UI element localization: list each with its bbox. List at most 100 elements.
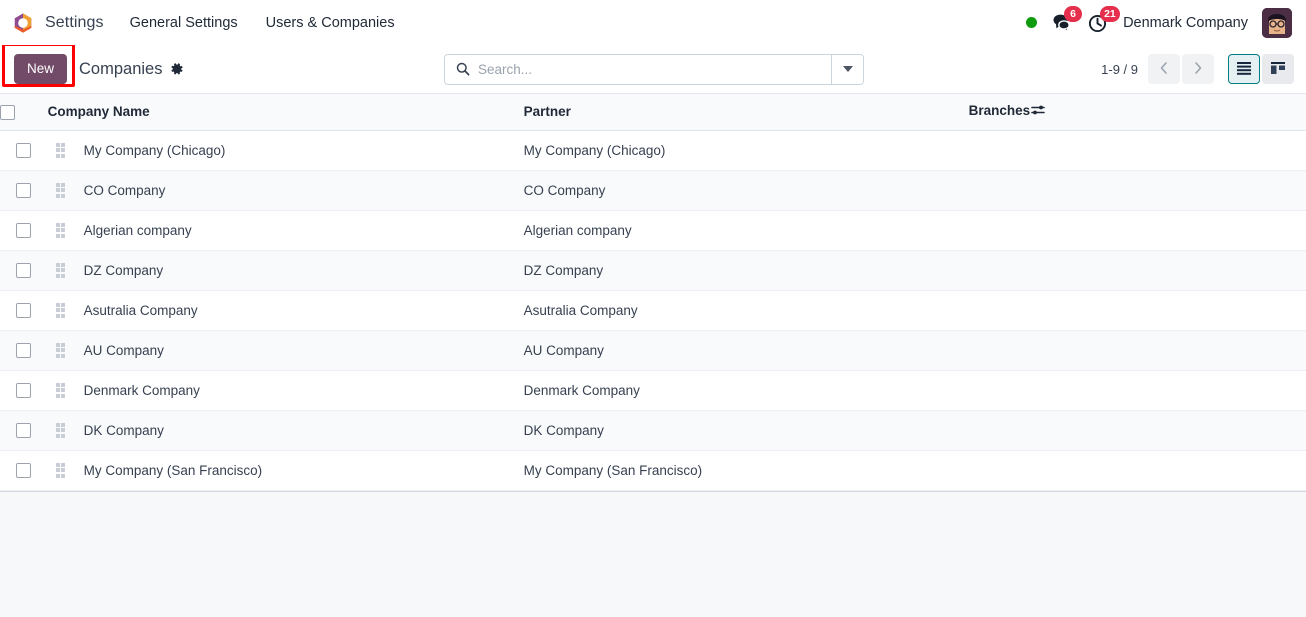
search-dropdown-toggle[interactable] <box>831 54 863 84</box>
table-row[interactable]: Denmark Company Denmark Company <box>0 370 1306 411</box>
row-select-cell <box>0 250 48 291</box>
control-panel: New Companies Search... 1-9 / 9 <box>0 43 1306 93</box>
row-checkbox[interactable] <box>16 182 32 198</box>
cell-partner[interactable]: Denmark Company <box>523 370 969 411</box>
row-checkbox[interactable] <box>16 382 32 398</box>
cell-branches[interactable] <box>968 450 1306 491</box>
cell-company-name[interactable]: CO Company <box>47 170 524 211</box>
cell-company-name[interactable]: Algerian company <box>47 210 524 251</box>
cell-partner[interactable]: Algerian company <box>523 210 969 251</box>
cell-branches[interactable] <box>968 330 1306 371</box>
column-header-company-name[interactable]: Company Name <box>47 94 524 131</box>
drag-handle-icon[interactable] <box>55 422 68 438</box>
messages-count-badge: 6 <box>1064 5 1083 22</box>
chevron-right-icon <box>1192 61 1204 78</box>
cell-branches[interactable] <box>968 210 1306 251</box>
view-switcher <box>1228 54 1294 84</box>
column-header-branches: Branches <box>968 94 1306 131</box>
cell-branches[interactable] <box>968 290 1306 331</box>
row-checkbox[interactable] <box>16 302 32 318</box>
table-row[interactable]: DK Company DK Company <box>0 410 1306 451</box>
new-button-wrapper: New <box>2 43 75 87</box>
row-checkbox[interactable] <box>16 342 32 358</box>
row-checkbox[interactable] <box>16 422 32 438</box>
company-name-value: CO Company <box>83 182 166 198</box>
drag-handle-icon[interactable] <box>55 462 68 478</box>
table-row[interactable]: Asutralia Company Asutralia Company <box>0 290 1306 331</box>
cell-partner[interactable]: AU Company <box>523 330 969 371</box>
table-row[interactable]: CO Company CO Company <box>0 170 1306 211</box>
breadcrumb-item-companies[interactable]: Companies <box>79 60 162 79</box>
chevron-down-icon <box>842 66 853 72</box>
row-checkbox[interactable] <box>16 462 32 478</box>
list-view-button[interactable] <box>1228 54 1260 84</box>
empty-content-area <box>0 491 1306 607</box>
drag-handle-icon[interactable] <box>55 382 68 398</box>
new-button[interactable]: New <box>14 54 68 84</box>
list-view-icon <box>1236 61 1252 78</box>
company-name-value: AU Company <box>83 342 164 358</box>
row-checkbox[interactable] <box>16 262 32 278</box>
table-row[interactable]: My Company (San Francisco) My Company (Sa… <box>0 450 1306 491</box>
pager-value[interactable]: 1-9 / 9 <box>1101 62 1138 77</box>
cell-branches[interactable] <box>968 370 1306 411</box>
drag-handle-icon[interactable] <box>55 222 68 238</box>
cell-partner[interactable]: My Company (Chicago) <box>523 130 969 171</box>
column-header-partner[interactable]: Partner <box>523 94 969 131</box>
cell-company-name[interactable]: AU Company <box>47 330 524 371</box>
table-row[interactable]: DZ Company DZ Company <box>0 250 1306 291</box>
row-select-cell <box>0 290 48 331</box>
user-avatar-icon[interactable] <box>1262 7 1292 38</box>
drag-handle-icon[interactable] <box>55 182 68 198</box>
user-menu-label[interactable]: Denmark Company <box>1123 15 1248 31</box>
cell-branches[interactable] <box>968 170 1306 211</box>
table-row[interactable]: Algerian company Algerian company <box>0 210 1306 251</box>
cell-company-name[interactable]: Denmark Company <box>47 370 524 411</box>
table-row[interactable]: My Company (Chicago) My Company (Chicago) <box>0 130 1306 171</box>
company-name-value: DZ Company <box>83 262 164 278</box>
cell-partner[interactable]: DK Company <box>523 410 969 451</box>
control-panel-right: 1-9 / 9 <box>1101 54 1294 84</box>
cell-branches[interactable] <box>968 410 1306 451</box>
row-checkbox[interactable] <box>16 142 32 158</box>
search-input[interactable] <box>478 61 831 77</box>
activities-count-badge: 21 <box>1100 5 1120 22</box>
nav-item-users-companies[interactable]: Users & Companies <box>266 15 395 31</box>
messages-button[interactable]: 6 <box>1051 5 1083 36</box>
brand[interactable]: Settings <box>12 12 104 34</box>
row-checkbox[interactable] <box>16 222 32 238</box>
kanban-view-button[interactable] <box>1262 54 1294 84</box>
drag-handle-icon[interactable] <box>55 142 68 158</box>
brand-name: Settings <box>45 13 104 31</box>
cell-partner[interactable]: DZ Company <box>523 250 969 291</box>
row-select-cell <box>0 170 48 211</box>
drag-handle-icon[interactable] <box>55 342 68 358</box>
cell-company-name[interactable]: DZ Company <box>47 250 524 291</box>
cell-company-name[interactable]: DK Company <box>47 410 524 451</box>
odoo-logo-icon <box>12 12 34 34</box>
select-all-checkbox[interactable] <box>0 104 15 120</box>
chevron-left-icon <box>1158 61 1170 78</box>
gear-icon[interactable] <box>170 62 184 76</box>
pager-previous-button[interactable] <box>1148 54 1180 84</box>
activities-button[interactable]: 21 <box>1087 5 1120 36</box>
drag-handle-icon[interactable] <box>55 262 68 278</box>
pager-buttons <box>1148 54 1214 84</box>
cell-company-name[interactable]: Asutralia Company <box>47 290 524 331</box>
column-header-branches-label[interactable]: Branches <box>969 103 1031 118</box>
table-row[interactable]: AU Company AU Company <box>0 330 1306 371</box>
cell-company-name[interactable]: My Company (Chicago) <box>47 130 524 171</box>
table-header-row: Company Name Partner Branches <box>0 94 1306 131</box>
nav-item-general-settings[interactable]: General Settings <box>130 15 238 31</box>
cell-partner[interactable]: Asutralia Company <box>523 290 969 331</box>
cell-branches[interactable] <box>968 130 1306 171</box>
cell-company-name[interactable]: My Company (San Francisco) <box>47 450 524 491</box>
sliders-icon[interactable] <box>1030 103 1046 120</box>
cell-partner[interactable]: CO Company <box>523 170 969 211</box>
presence-dot-icon[interactable] <box>1026 17 1038 28</box>
cell-branches[interactable] <box>968 250 1306 291</box>
cell-partner[interactable]: My Company (San Francisco) <box>523 450 969 491</box>
pager-next-button[interactable] <box>1182 54 1214 84</box>
row-select-cell <box>0 410 48 451</box>
drag-handle-icon[interactable] <box>55 302 68 318</box>
